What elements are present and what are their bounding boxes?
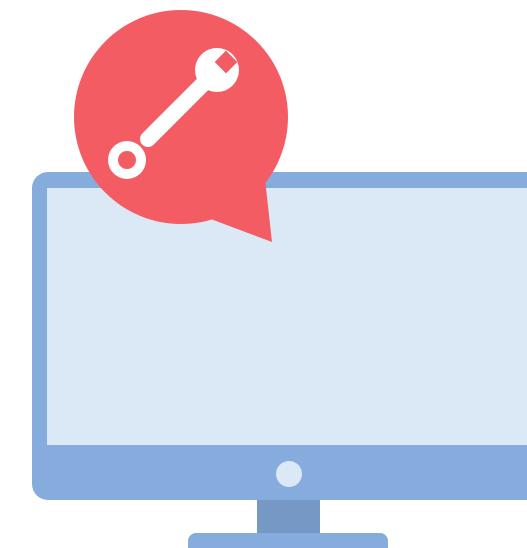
monitor-icon bbox=[32, 172, 527, 548]
monitor-power-button bbox=[276, 461, 302, 487]
computer-repair-illustration bbox=[0, 0, 527, 548]
wrench-ring-hole bbox=[118, 151, 136, 169]
monitor-stand-base bbox=[188, 533, 388, 548]
monitor-screen bbox=[47, 188, 527, 445]
monitor-stand-neck bbox=[257, 494, 320, 536]
illustration-canvas bbox=[32, 10, 527, 548]
wrench-head bbox=[195, 48, 239, 92]
